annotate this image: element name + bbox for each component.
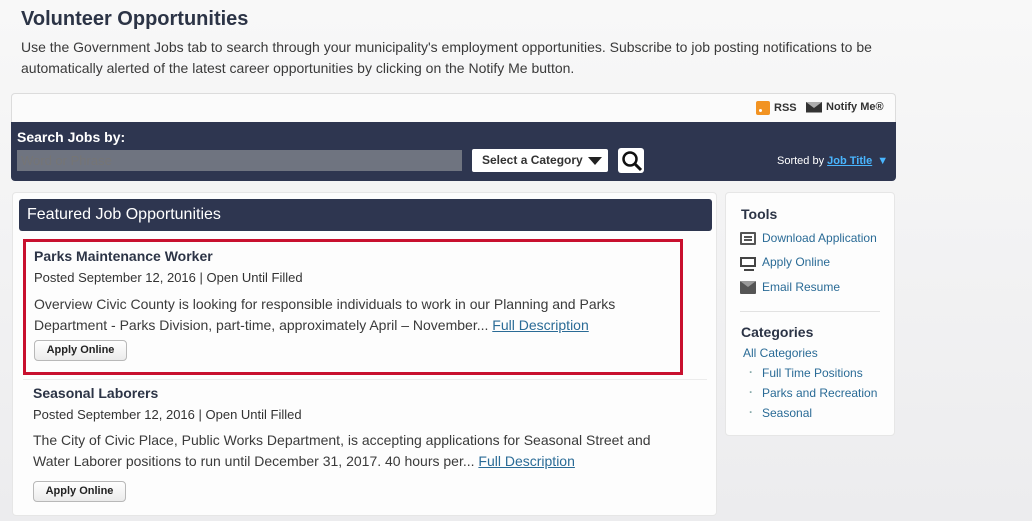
job-posted: Posted September 12, 2016 | Open Until F… <box>33 407 302 422</box>
job-posted: Posted September 12, 2016 | Open Until F… <box>34 270 303 285</box>
tools-heading: Tools <box>741 206 778 222</box>
page-intro: Use the Government Jobs tab to search th… <box>21 39 872 76</box>
notify-me-link[interactable]: Notify Me® <box>806 101 884 113</box>
search-heading: Search Jobs by: <box>17 129 126 145</box>
job-title[interactable]: Seasonal Laborers <box>33 385 158 401</box>
search-button[interactable] <box>618 148 644 173</box>
category-select[interactable]: Select a Category <box>472 149 608 172</box>
category-link[interactable]: Parks and Recreation <box>749 385 877 400</box>
full-description-link[interactable]: Full Description <box>492 317 588 333</box>
job-card: Seasonal Laborers Posted September 12, 2… <box>23 383 683 509</box>
categories-heading: Categories <box>741 324 814 340</box>
category-select-label: Select a Category <box>482 153 583 167</box>
document-icon <box>740 231 756 245</box>
sort-field-link[interactable]: Job Title <box>827 155 872 167</box>
page-title: Volunteer Opportunities <box>21 8 249 30</box>
email-resume-link[interactable]: Email Resume <box>740 280 840 294</box>
caret-down-icon <box>588 157 602 165</box>
jobs-search-panel: RSS Notify Me® Search Jobs by: Select a … <box>11 93 896 181</box>
divider <box>740 311 880 312</box>
envelope-icon <box>740 280 756 294</box>
search-input[interactable] <box>17 150 462 171</box>
tool-label: Apply Online <box>762 255 831 269</box>
full-description-link[interactable]: Full Description <box>478 453 574 469</box>
feed-toolbar: RSS Notify Me® <box>11 93 896 122</box>
apply-online-link[interactable]: Apply Online <box>740 255 831 271</box>
job-title[interactable]: Parks Maintenance Worker <box>34 248 213 264</box>
featured-heading: Featured Job Opportunities <box>19 199 712 231</box>
page: Volunteer Opportunities Use the Governme… <box>0 0 1032 521</box>
featured-jobs-panel: Featured Job Opportunities Parks Mainten… <box>12 192 717 516</box>
download-application-link[interactable]: Download Application <box>740 231 877 245</box>
sort-prefix: Sorted by <box>777 155 825 167</box>
apply-online-button[interactable]: Apply Online <box>34 340 127 361</box>
monitor-icon <box>740 257 756 271</box>
apply-online-button[interactable]: Apply Online <box>33 481 126 502</box>
rss-link[interactable]: RSS <box>756 101 797 115</box>
divider <box>23 379 707 380</box>
search-bar: Search Jobs by: Select a Category Sorted… <box>11 122 896 181</box>
sidebar: Tools Download Application Apply Online … <box>725 192 895 436</box>
rss-label: RSS <box>774 102 797 114</box>
job-description: The City of Civic Place, Public Works De… <box>33 430 663 472</box>
tool-label: Email Resume <box>762 280 841 294</box>
job-description: Overview Civic County is looking for res… <box>34 294 664 336</box>
rss-icon <box>756 101 770 115</box>
all-categories-link[interactable]: All Categories <box>743 346 818 360</box>
job-card: Parks Maintenance Worker Posted Septembe… <box>23 239 683 375</box>
envelope-icon <box>806 101 822 113</box>
category-link[interactable]: Seasonal <box>749 405 812 420</box>
tool-label: Download Application <box>762 231 877 245</box>
notify-label: Notify Me® <box>826 101 884 113</box>
sort-control: Sorted by Job Title ▼ <box>777 155 888 167</box>
search-icon <box>622 151 643 172</box>
triangle-down-icon[interactable]: ▼ <box>877 155 888 167</box>
category-link[interactable]: Full Time Positions <box>749 365 863 380</box>
